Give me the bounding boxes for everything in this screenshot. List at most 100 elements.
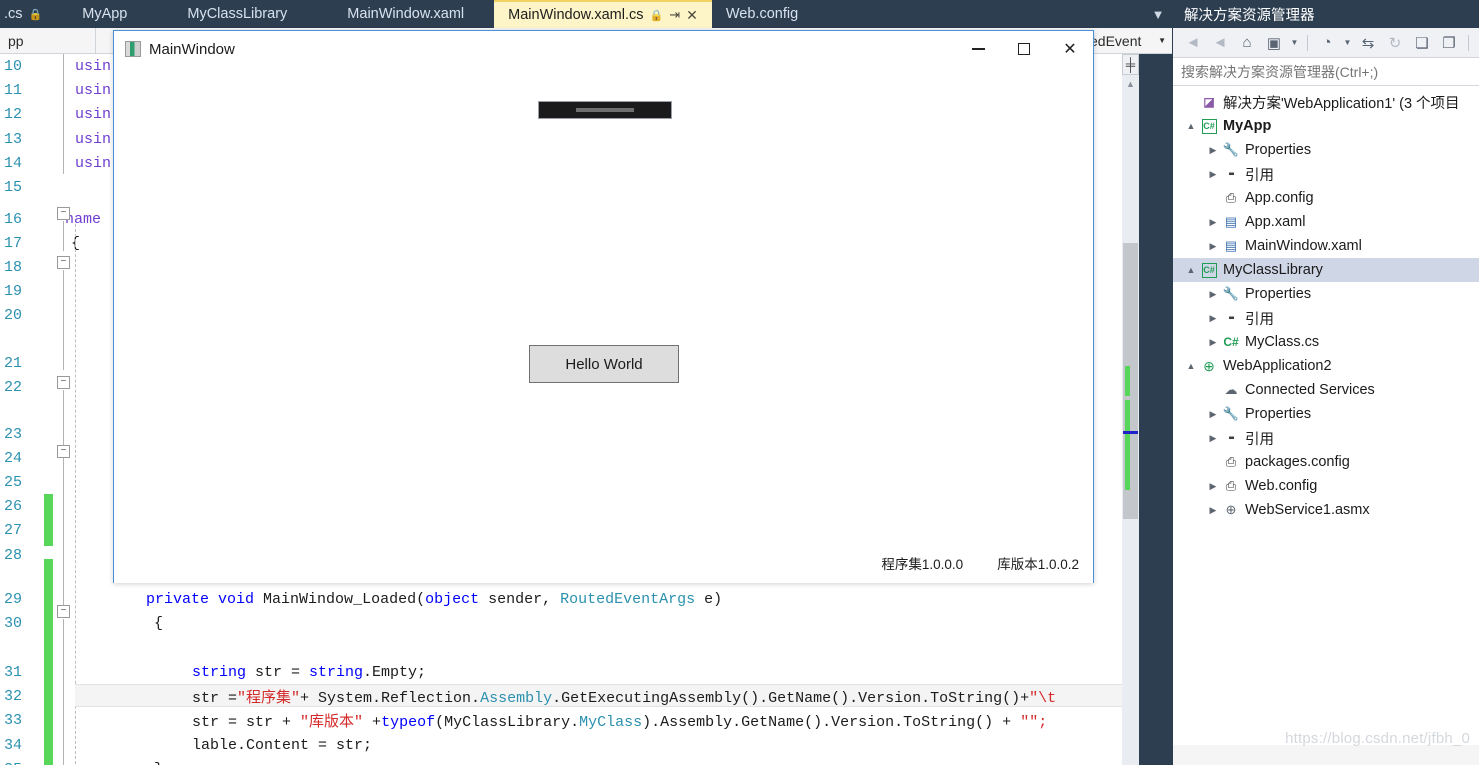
tree-item[interactable]: ▶ ⊕ WebService1.asmx xyxy=(1173,498,1479,522)
solution-explorer-search[interactable] xyxy=(1173,58,1479,86)
tab-mainwindow-xaml-cs[interactable]: MainWindow.xaml.cs 🔒 ⇥ ✕ xyxy=(494,0,712,28)
line-text: usin xyxy=(75,130,112,148)
sync-icon[interactable]: ⇆ xyxy=(1356,31,1380,55)
expander-icon[interactable]: ▶ xyxy=(1205,337,1221,348)
chevron-down-icon-2[interactable]: ▼ xyxy=(1342,38,1353,47)
tree-item[interactable]: ▶ ▪▪ 引用 xyxy=(1173,162,1479,186)
pending-changes-icon[interactable]: ◔ xyxy=(1315,31,1339,55)
tree-item[interactable]: ▶ ▪▪ 引用 xyxy=(1173,426,1479,450)
tree-item-label: 引用 xyxy=(1245,311,1274,328)
mainwindow-dialog[interactable]: MainWindow ✕ Hello World 程序集1.0.0.0 库版本1… xyxy=(113,30,1094,583)
kw-typeof: typeof xyxy=(381,713,436,731)
fold-toggle[interactable]: − xyxy=(57,445,70,458)
watermark-text: https://blog.csdn.net/jfbh_0 xyxy=(1285,730,1470,747)
tab-cs[interactable]: .cs 🔒 xyxy=(0,0,52,28)
web-project-icon: ⊕ xyxy=(1203,357,1215,374)
expander-icon[interactable]: ▶ xyxy=(1205,145,1221,156)
scroll-up-arrow-icon[interactable]: ▲ xyxy=(1122,75,1139,92)
expander-icon[interactable]: ▶ xyxy=(1205,289,1221,300)
fold-toggle[interactable]: − xyxy=(57,376,70,389)
tab-mainwindow-xaml[interactable]: MainWindow.xaml xyxy=(317,0,494,28)
fold-guide xyxy=(63,270,64,370)
back-icon[interactable]: ◄ xyxy=(1181,31,1205,55)
chevron-down-icon[interactable]: ▼ xyxy=(1144,0,1172,28)
fold-guide xyxy=(63,221,64,251)
tree-item[interactable]: ▲ C# MyClassLibrary xyxy=(1173,258,1479,282)
maximize-button[interactable] xyxy=(1001,31,1047,67)
navbar-type-dropdown[interactable]: pp xyxy=(0,28,96,54)
expander-icon[interactable]: ▶ xyxy=(1205,409,1221,420)
tree-item[interactable]: ▶ 🔧 Properties xyxy=(1173,402,1479,426)
refresh-icon[interactable]: ↻ xyxy=(1383,31,1407,55)
line-text: name xyxy=(65,210,102,228)
type-myclass: MyClass xyxy=(579,713,643,731)
tab-web-config[interactable]: Web.config xyxy=(712,0,812,28)
tree-item[interactable]: ◪ 解决方案'WebApplication1' (3 个项目 xyxy=(1173,90,1479,114)
fold-toggle[interactable]: − xyxy=(57,207,70,220)
close-icon: ✕ xyxy=(1063,41,1077,58)
chevron-down-icon[interactable]: ▼ xyxy=(1289,38,1300,47)
expander-icon[interactable]: ▶ xyxy=(1205,505,1221,516)
expander-icon[interactable]: ▶ xyxy=(1205,169,1221,180)
line-number: 34 xyxy=(4,736,23,754)
close-icon[interactable]: ✕ xyxy=(686,7,698,24)
tree-item[interactable]: ▶ ⎙ Web.config xyxy=(1173,474,1479,498)
properties-icon[interactable]: ❐ xyxy=(1437,31,1461,55)
close-button[interactable]: ✕ xyxy=(1047,31,1093,67)
line-number: 11 xyxy=(4,81,23,99)
code-frag: str = xyxy=(246,663,310,681)
tree-item-label: 引用 xyxy=(1245,431,1274,448)
tree-item[interactable]: ▶ 🔧 Properties xyxy=(1173,282,1479,306)
hello-world-button[interactable]: Hello World xyxy=(529,345,679,383)
code-line-34: 34 lable.Content = str; xyxy=(0,733,1139,757)
expander-icon[interactable]: ▲ xyxy=(1183,361,1199,371)
solution-tree[interactable]: ◪ 解决方案'WebApplication1' (3 个项目 ▲ C# MyApp ▶ 🔧 P… xyxy=(1173,86,1479,745)
tree-item[interactable]: ▶ ▤ App.xaml xyxy=(1173,210,1479,234)
collapse-all-icon[interactable]: ❏ xyxy=(1410,31,1434,55)
navbar-member-dropdown[interactable]: edEvent ▼ xyxy=(1085,28,1172,54)
line-text: str ="程序集"+ System.Reflection.Assembly.G… xyxy=(46,686,1056,707)
lock-icon: 🔒 xyxy=(28,8,43,21)
chevron-down-icon[interactable]: ▼ xyxy=(1158,36,1166,45)
fold-toggle[interactable]: − xyxy=(57,256,70,269)
references-icon: ▪▪ xyxy=(1228,312,1234,324)
show-all-files-icon[interactable]: ▣ xyxy=(1262,31,1286,55)
type-assembly: Assembly xyxy=(480,689,553,707)
tree-item[interactable]: ▲ C# MyApp xyxy=(1173,114,1479,138)
tree-item[interactable]: ⎙ packages.config xyxy=(1173,450,1479,474)
window-title-bar[interactable]: MainWindow ✕ xyxy=(114,31,1093,67)
tree-item[interactable]: ▶ 🔧 Properties xyxy=(1173,138,1479,162)
tab-myapp[interactable]: MyApp xyxy=(52,0,157,28)
csharp-file-icon: C# xyxy=(1223,335,1239,349)
expander-icon[interactable]: ▶ xyxy=(1205,241,1221,252)
dark-placeholder-control xyxy=(538,101,672,119)
pin-icon[interactable]: ⇥ xyxy=(669,7,680,23)
home-icon[interactable]: ⌂ xyxy=(1235,31,1259,55)
split-view-handle[interactable]: ╪ xyxy=(1122,54,1139,75)
tree-item[interactable]: ▶ ▤ MainWindow.xaml xyxy=(1173,234,1479,258)
solution-icon: ◪ xyxy=(1203,95,1215,109)
tree-item-label: Properties xyxy=(1245,406,1312,422)
tab-label: MainWindow.xaml.cs xyxy=(508,7,644,23)
expander-icon[interactable]: ▶ xyxy=(1205,313,1221,324)
forward-icon[interactable]: ◄ xyxy=(1208,31,1232,55)
expander-icon[interactable]: ▶ xyxy=(1205,217,1221,228)
search-input[interactable] xyxy=(1181,63,1479,80)
expander-icon[interactable]: ▶ xyxy=(1205,433,1221,444)
code-line-32: 32 str ="程序集"+ System.Reflection.Assembl… xyxy=(0,684,1139,708)
tree-item[interactable]: ▶ ▪▪ 引用 xyxy=(1173,306,1479,330)
tab-myclasslibrary[interactable]: MyClassLibrary xyxy=(157,0,317,28)
expander-icon[interactable]: ▲ xyxy=(1183,121,1199,131)
expander-icon[interactable]: ▶ xyxy=(1205,481,1221,492)
tree-item[interactable]: ⎙ App.config xyxy=(1173,186,1479,210)
line-number: 12 xyxy=(4,105,23,123)
minimize-button[interactable] xyxy=(955,31,1001,67)
tree-item[interactable]: ▲ ⊕ WebApplication2 xyxy=(1173,354,1479,378)
code-frag: + xyxy=(363,713,382,731)
tree-item[interactable]: ▶ C# MyClass.cs xyxy=(1173,330,1479,354)
tree-item[interactable]: ☁ Connected Services xyxy=(1173,378,1479,402)
config-file-icon: ⎙ xyxy=(1225,478,1237,493)
expander-icon[interactable]: ▲ xyxy=(1183,265,1199,275)
string-literal: "程序集" xyxy=(237,689,301,707)
tree-item-label: MyClass.cs xyxy=(1245,334,1320,350)
